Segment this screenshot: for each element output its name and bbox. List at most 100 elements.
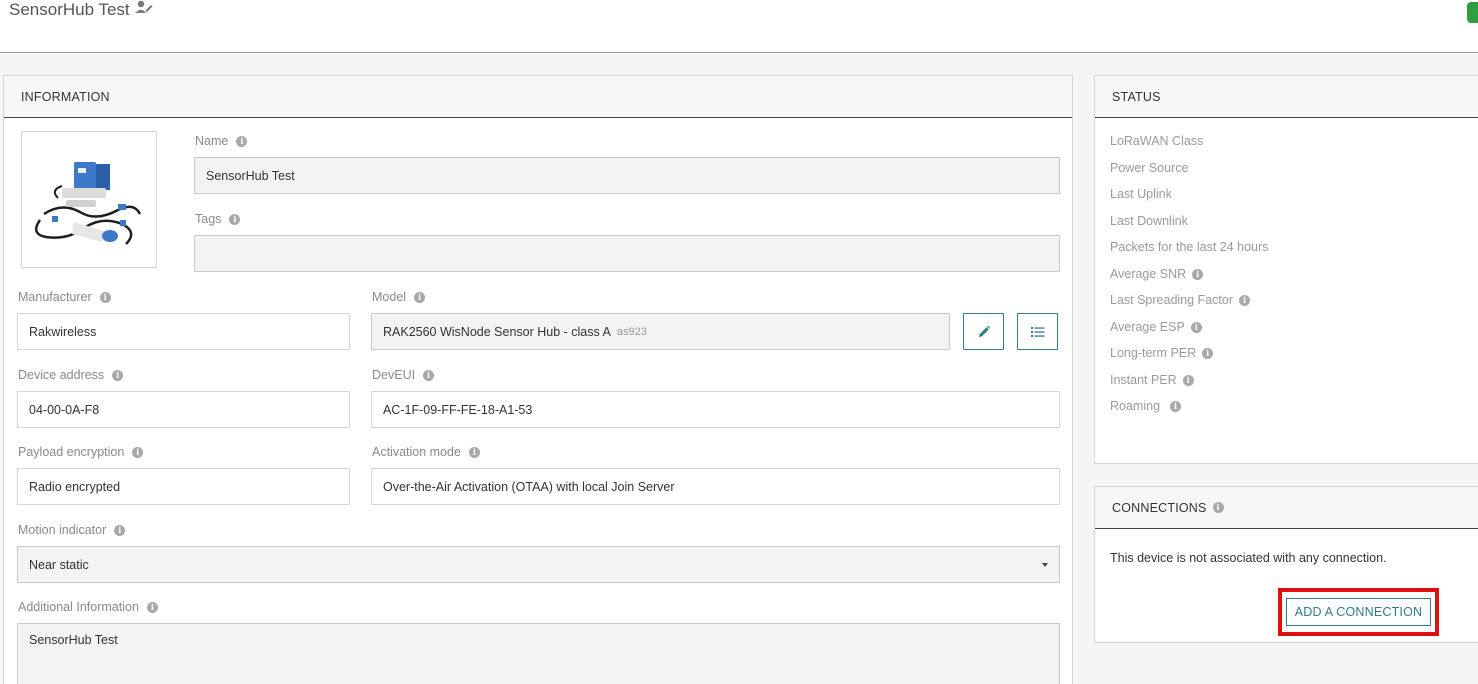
status-item: Instant PER i <box>1110 373 1194 387</box>
activation-mode-value: Over-the-Air Activation (OTAA) with loca… <box>383 479 675 494</box>
status-heading: STATUS <box>1095 76 1478 118</box>
name-label-text: Name <box>195 134 229 148</box>
additional-information-label: Additional Information i <box>18 600 158 614</box>
status-item-label: Last Spreading Factor <box>1110 293 1233 307</box>
info-icon[interactable]: i <box>132 446 144 458</box>
information-heading-text: INFORMATION <box>21 89 110 104</box>
device-address-field[interactable]: 04-00-0A-F8 <box>17 391 350 428</box>
info-icon[interactable]: i <box>1192 268 1204 280</box>
deveui-field[interactable]: AC-1F-09-FF-FE-18-A1-53 <box>371 391 1060 428</box>
status-panel: STATUS LoRaWAN Class Power Source Last U… <box>1094 75 1478 464</box>
payload-encryption-value: Radio encrypted <box>29 479 121 494</box>
info-icon[interactable]: i <box>112 369 124 381</box>
manufacturer-label: Manufacturer i <box>18 290 111 304</box>
device-address-label-text: Device address <box>18 368 105 382</box>
name-label: Name i <box>195 134 248 148</box>
name-field[interactable]: SensorHub Test <box>194 157 1060 194</box>
info-icon[interactable]: i <box>1170 400 1182 412</box>
connections-panel: CONNECTIONS i This device is not associa… <box>1094 486 1478 643</box>
status-item: LoRaWAN Class <box>1110 134 1203 148</box>
status-item: Last Uplink <box>1110 187 1172 201</box>
tags-field[interactable] <box>194 235 1060 272</box>
status-item-label: Last Uplink <box>1110 187 1172 201</box>
model-region: as923 <box>616 325 647 338</box>
status-item: Last Spreading Factor i <box>1110 293 1250 307</box>
status-item-label: Instant PER <box>1110 373 1177 387</box>
add-connection-button[interactable]: ADD A CONNECTION <box>1286 598 1431 626</box>
motion-indicator-value: Near static <box>29 557 89 572</box>
model-label-text: Model <box>372 290 407 304</box>
status-item: Average ESP i <box>1110 320 1202 334</box>
edit-model-button[interactable] <box>963 313 1004 350</box>
tags-label: Tags i <box>195 212 241 226</box>
payload-encryption-field[interactable]: Radio encrypted <box>17 468 350 505</box>
info-icon[interactable]: i <box>414 291 426 303</box>
status-item-label: LoRaWAN Class <box>1110 134 1204 148</box>
user-edit-icon[interactable] <box>135 0 153 15</box>
info-icon[interactable]: i <box>1239 294 1250 306</box>
manufacturer-label-text: Manufacturer <box>18 290 92 304</box>
activation-mode-field[interactable]: Over-the-Air Activation (OTAA) with loca… <box>371 468 1060 505</box>
page-header: SensorHub Test <box>0 0 1478 53</box>
deveui-value: AC-1F-09-FF-FE-18-A1-53 <box>383 402 533 417</box>
status-item: Roaming i <box>1110 399 1182 413</box>
status-item: Average SNR i <box>1110 267 1204 281</box>
info-icon[interactable]: i <box>114 524 126 536</box>
device-address-label: Device address i <box>18 368 124 382</box>
info-icon[interactable]: i <box>423 369 435 381</box>
model-list-button[interactable] <box>1017 313 1058 350</box>
device-image <box>21 131 157 268</box>
status-item: Long-term PER i <box>1110 346 1214 360</box>
info-icon[interactable]: i <box>1190 321 1202 333</box>
activation-mode-label: Activation mode i <box>372 445 480 459</box>
highlight-box: ADD A CONNECTION <box>1278 588 1439 636</box>
main-content: INFORMATION Name i SensorHub Test Tags i… <box>0 54 1478 684</box>
status-item-label: Power Source <box>1110 161 1189 175</box>
name-value: SensorHub Test <box>206 168 295 183</box>
additional-information-label-text: Additional Information <box>18 600 139 614</box>
connections-heading-text: CONNECTIONS <box>1112 500 1207 515</box>
information-heading: INFORMATION <box>4 76 1072 118</box>
info-icon[interactable]: i <box>146 601 158 613</box>
caret-down-icon <box>1042 563 1048 567</box>
device-title: SensorHub Test <box>9 0 130 19</box>
status-item: Packets for the last 24 hours <box>1110 240 1268 254</box>
status-item-label: Packets for the last 24 hours <box>1110 240 1269 254</box>
info-icon[interactable]: i <box>1202 347 1214 359</box>
info-icon[interactable]: i <box>236 135 248 147</box>
model-value: RAK2560 WisNode Sensor Hub - class A <box>383 324 611 339</box>
status-item-label: Long-term PER <box>1110 346 1197 360</box>
status-item-label: Roaming <box>1110 399 1161 413</box>
status-heading-text: STATUS <box>1112 89 1161 104</box>
information-panel: INFORMATION Name i SensorHub Test Tags i… <box>3 75 1073 684</box>
additional-information-textarea[interactable]: SensorHub Test <box>17 623 1060 684</box>
info-icon[interactable]: i <box>1182 374 1194 386</box>
connections-empty-message: This device is not associated with any c… <box>1110 551 1387 565</box>
motion-indicator-select[interactable]: Near static <box>17 546 1060 583</box>
payload-encryption-label-text: Payload encryption <box>18 445 125 459</box>
status-item-label: Last Downlink <box>1110 214 1188 228</box>
activation-mode-label-text: Activation mode <box>372 445 461 459</box>
status-indicator[interactable] <box>1467 2 1478 23</box>
motion-indicator-label-text: Motion indicator <box>18 523 107 537</box>
info-icon[interactable]: i <box>99 291 111 303</box>
connections-heading: CONNECTIONS i <box>1095 487 1478 529</box>
model-field[interactable]: RAK2560 WisNode Sensor Hub - class A as9… <box>371 313 950 350</box>
manufacturer-field[interactable]: Rakwireless <box>17 313 350 350</box>
info-icon[interactable]: i <box>468 446 480 458</box>
motion-indicator-label: Motion indicator i <box>18 523 126 537</box>
status-item-label: Average SNR <box>1110 267 1187 281</box>
tags-label-text: Tags <box>195 212 222 226</box>
pencil-icon <box>978 325 990 337</box>
deveui-label: DevEUI i <box>372 368 435 382</box>
list-icon <box>1030 326 1044 337</box>
additional-information-value: SensorHub Test <box>29 633 118 647</box>
deveui-label-text: DevEUI <box>372 368 416 382</box>
status-item: Power Source <box>1110 161 1189 175</box>
info-icon[interactable]: i <box>1212 502 1224 513</box>
manufacturer-value: Rakwireless <box>29 324 97 339</box>
info-icon[interactable]: i <box>229 213 241 225</box>
page-title: SensorHub Test <box>9 0 153 20</box>
sensor-hub-picture <box>34 162 142 245</box>
device-address-value: 04-00-0A-F8 <box>29 402 100 417</box>
